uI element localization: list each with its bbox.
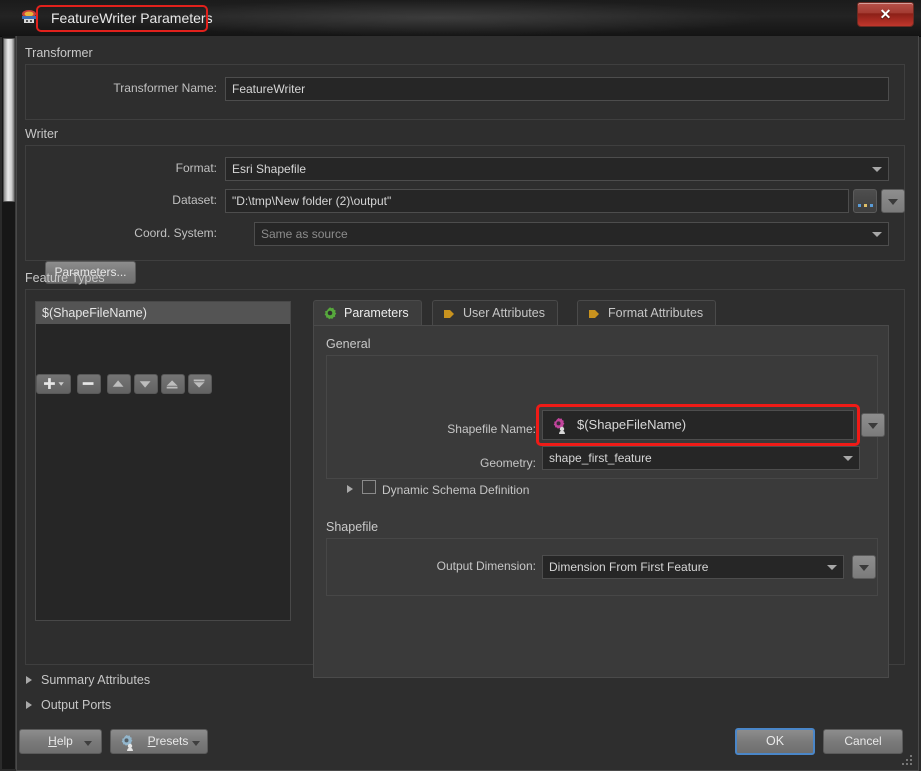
shapefile-section-label: Shapefile [326, 520, 379, 534]
resize-grip[interactable] [902, 755, 914, 767]
dot-1-icon [858, 204, 861, 207]
geometry-combobox[interactable]: shape_first_feature [542, 446, 860, 470]
help-button-label: Help [48, 734, 73, 748]
arrow-up-icon [112, 380, 124, 387]
gear-person-icon [121, 735, 133, 751]
geometry-value: shape_first_feature [549, 451, 652, 465]
chevron-down-icon [859, 565, 869, 571]
tab-user-attributes[interactable]: User Attributes [432, 300, 558, 326]
chevron-down-icon [872, 232, 882, 237]
dialog-content: Transformer Transformer Name: FeatureWri… [16, 36, 919, 771]
output-dimension-value: Dimension From First Feature [549, 560, 709, 574]
transformer-name-label: Transformer Name: [113, 81, 217, 95]
user-parameter-gear-icon [553, 418, 565, 434]
shapefile-name-label: Shapefile Name: [447, 422, 536, 436]
dialog-vertical-scrollbar[interactable] [2, 36, 16, 769]
orange-arrow-icon [589, 310, 599, 318]
summary-attributes-expander-icon[interactable] [26, 676, 32, 684]
chevron-down-icon [868, 423, 878, 429]
move-up-button[interactable] [107, 374, 131, 394]
feature-types-list[interactable]: $(ShapeFileName) [35, 301, 291, 621]
parameters-tab-panel: General Shapefile Name: $(ShapeFileName)… [313, 325, 889, 678]
dataset-label: Dataset: [172, 193, 217, 207]
presets-mnemonic: P [147, 734, 156, 748]
dot-3-icon [870, 204, 873, 207]
remove-feature-type-button[interactable] [77, 374, 101, 394]
format-value: Esri Shapefile [232, 162, 307, 176]
chevron-down-icon [872, 167, 882, 172]
summary-attributes-section[interactable]: Summary Attributes [41, 673, 150, 687]
writer-group-label: Writer [25, 127, 59, 141]
arrow-to-bottom-icon [193, 379, 205, 388]
tab-format-attributes-label: Format Attributes [608, 306, 704, 320]
chevron-down-icon [827, 565, 837, 570]
ok-button[interactable]: OK [735, 728, 815, 755]
presets-rest: resets [155, 734, 189, 748]
arrow-to-top-icon [166, 380, 178, 389]
move-down-button[interactable] [134, 374, 158, 394]
output-dimension-dropdown-button[interactable] [852, 555, 876, 579]
chevron-down-icon [192, 741, 200, 746]
move-to-bottom-button[interactable] [188, 374, 212, 394]
output-dimension-combobox[interactable]: Dimension From First Feature [542, 555, 844, 579]
dynamic-schema-checkbox[interactable] [362, 480, 376, 494]
coord-system-value: Same as source [261, 227, 348, 241]
orange-arrow-icon [444, 310, 454, 318]
close-button[interactable]: ✕ [857, 2, 914, 27]
green-gear-icon [324, 307, 337, 320]
dataset-input[interactable]: "D:\tmp\New folder (2)\output" [225, 189, 849, 213]
chevron-down-icon [843, 456, 853, 461]
tab-format-attributes[interactable]: Format Attributes [577, 300, 717, 326]
presets-button-label: Presets [148, 734, 189, 748]
format-label: Format: [175, 161, 217, 175]
help-rest: elp [56, 734, 73, 748]
tab-parameters-label: Parameters [344, 306, 409, 320]
feature-writer-parameters-dialog: FeatureWriter Parameters ✕ Transformer T… [0, 0, 921, 771]
output-ports-expander-icon[interactable] [26, 701, 32, 709]
arrow-down-icon [139, 381, 151, 388]
close-icon: ✕ [879, 6, 892, 22]
window-title-highlight-annotation [36, 5, 208, 32]
shapefile-name-value: $(ShapeFileName) [577, 417, 687, 432]
feature-type-list-item[interactable]: $(ShapeFileName) [36, 302, 290, 324]
help-button[interactable]: Help [19, 729, 102, 754]
cancel-button[interactable]: Cancel [823, 729, 903, 754]
coord-system-label: Coord. System: [134, 226, 217, 240]
dynamic-schema-expander-icon[interactable] [347, 485, 353, 493]
output-ports-section[interactable]: Output Ports [41, 698, 111, 712]
dataset-browse-button[interactable] [853, 189, 877, 213]
add-feature-type-button[interactable] [36, 374, 71, 394]
help-mnemonic: H [48, 734, 57, 748]
plus-icon [44, 378, 64, 389]
window-title-bar: FeatureWriter Parameters ✕ [0, 0, 921, 37]
geometry-label: Geometry: [479, 456, 536, 470]
output-dimension-label: Output Dimension: [436, 559, 536, 573]
chevron-down-icon [888, 199, 898, 205]
dynamic-schema-label: Dynamic Schema Definition [382, 483, 530, 497]
move-to-top-button[interactable] [161, 374, 185, 394]
tab-user-attributes-label: User Attributes [463, 306, 545, 320]
tab-parameters[interactable]: Parameters [313, 300, 422, 326]
presets-button[interactable]: Presets [110, 729, 208, 754]
dataset-dropdown-button[interactable] [881, 189, 905, 213]
shapefile-name-input[interactable]: $(ShapeFileName) [542, 410, 854, 440]
chevron-down-icon [84, 741, 92, 746]
shapefile-name-dropdown-button[interactable] [861, 413, 885, 437]
minus-icon [82, 382, 94, 385]
feature-types-group-label: Feature Types [25, 271, 105, 285]
dot-2-icon [864, 204, 867, 207]
coord-system-combobox[interactable]: Same as source [254, 222, 889, 246]
general-section-label: General [326, 337, 371, 351]
format-combobox[interactable]: Esri Shapefile [225, 157, 889, 181]
transformer-name-input[interactable]: FeatureWriter [225, 77, 889, 101]
transformer-group-label: Transformer [25, 46, 93, 60]
scrollbar-thumb[interactable] [3, 38, 15, 202]
